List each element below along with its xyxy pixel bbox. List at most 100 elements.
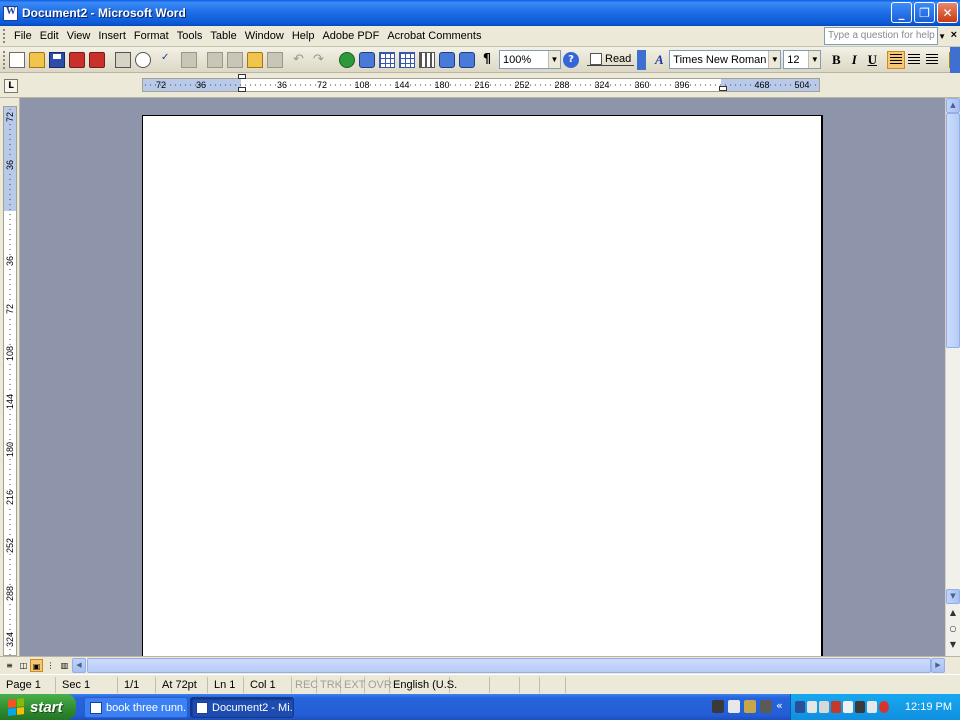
reading-layout-view-button[interactable]: ▥ xyxy=(58,659,71,672)
undo-icon[interactable]: ↶ xyxy=(293,52,309,68)
zoom-select[interactable]: 100% ▼ xyxy=(499,50,561,69)
taskbar-item-book[interactable]: book three runn... xyxy=(84,697,188,718)
drawing-icon[interactable] xyxy=(439,51,455,68)
tray-network-icon[interactable] xyxy=(807,701,817,713)
insert-excel-icon[interactable] xyxy=(399,51,415,68)
format-painter-icon[interactable] xyxy=(267,51,283,68)
cut-icon[interactable] xyxy=(207,51,223,68)
taskbar-item-document2[interactable]: Document2 - Mi... xyxy=(190,697,294,718)
vertical-scroll-thumb[interactable] xyxy=(946,113,960,348)
align-right-button[interactable] xyxy=(923,51,941,69)
horizontal-scrollbar[interactable]: ◀ ▶ xyxy=(72,658,945,673)
research-icon[interactable] xyxy=(181,51,197,68)
email-icon[interactable] xyxy=(89,51,105,68)
help-search-input[interactable]: Type a question for help xyxy=(824,27,938,45)
menu-insert[interactable]: Insert xyxy=(94,30,130,42)
scroll-down-button[interactable]: ▼ xyxy=(946,589,960,604)
print-layout-view-button[interactable]: ▣ xyxy=(30,659,43,672)
first-line-indent-marker[interactable] xyxy=(238,74,246,79)
menu-table[interactable]: Table xyxy=(206,30,240,42)
toolbar-overflow-icon[interactable] xyxy=(950,47,960,73)
bold-button[interactable]: B xyxy=(827,51,845,69)
italic-button[interactable]: I xyxy=(845,51,863,69)
spelling-check-icon[interactable]: ✓ xyxy=(161,52,177,68)
chevron-down-icon[interactable]: ▼ xyxy=(768,51,781,68)
normal-view-button[interactable]: ≡ xyxy=(3,659,16,672)
status-ovr[interactable]: OVR xyxy=(365,676,392,693)
vertical-scrollbar[interactable]: ▲ ▼ ▲ ○ ▼ xyxy=(945,98,960,656)
left-indent-marker[interactable] xyxy=(238,87,246,92)
status-ext[interactable]: EXT xyxy=(341,676,365,693)
scroll-up-button[interactable]: ▲ xyxy=(946,98,960,113)
new-document-icon[interactable] xyxy=(9,51,25,68)
tray-volume-icon[interactable] xyxy=(867,701,877,713)
menu-help[interactable]: Help xyxy=(288,30,319,42)
outline-view-button[interactable]: ⋮ xyxy=(44,659,57,672)
menu-window[interactable]: Window xyxy=(241,30,288,42)
font-name-select[interactable]: Times New Roman ▼ xyxy=(669,50,782,69)
align-left-button[interactable] xyxy=(887,50,906,69)
align-center-button[interactable] xyxy=(905,51,923,69)
horizontal-ruler[interactable]: 72 36 36 72 108 144 180 216 252 288 324 … xyxy=(142,74,820,92)
scroll-right-button[interactable]: ▶ xyxy=(931,658,945,673)
tab-selector-button[interactable]: L xyxy=(4,79,18,93)
styles-icon[interactable]: A xyxy=(651,52,667,68)
status-rec[interactable]: REC xyxy=(292,676,318,693)
quicklaunch-pen-icon[interactable] xyxy=(712,700,724,713)
next-page-icon[interactable]: ▼ xyxy=(946,640,960,649)
menu-format[interactable]: Format xyxy=(130,30,173,42)
read-button[interactable]: Read xyxy=(587,53,635,66)
print-preview-icon[interactable] xyxy=(135,51,151,68)
horizontal-scroll-thumb[interactable] xyxy=(87,658,931,673)
tray-wireless-icon[interactable] xyxy=(855,701,865,713)
menu-adobe-pdf[interactable]: Adobe PDF xyxy=(318,30,383,42)
tray-shield-icon[interactable] xyxy=(831,701,841,713)
help-icon[interactable]: ? xyxy=(563,51,579,68)
tray-battery-icon[interactable] xyxy=(795,701,805,713)
tables-borders-icon[interactable] xyxy=(359,51,375,68)
close-button[interactable]: ✕ xyxy=(937,2,958,23)
chevron-down-icon[interactable]: ▼ xyxy=(548,51,560,68)
quicklaunch-pencil-icon[interactable] xyxy=(744,700,756,713)
taskbar-clock[interactable]: 12:19 PM xyxy=(905,701,952,713)
vertical-ruler[interactable]: 72 36 36 72 108 144 180 216 252 288 324 xyxy=(3,106,17,656)
insert-hyperlink-icon[interactable] xyxy=(339,51,355,68)
toolbar-chevron-icon[interactable] xyxy=(637,49,647,70)
quicklaunch-monitor-icon[interactable] xyxy=(728,700,740,713)
minimize-button[interactable]: _ xyxy=(891,2,912,23)
right-indent-marker[interactable] xyxy=(719,86,727,91)
status-trk[interactable]: TRK xyxy=(317,676,342,693)
menu-acrobat-comments[interactable]: Acrobat Comments xyxy=(383,30,485,42)
menu-view[interactable]: View xyxy=(63,30,95,42)
menu-file[interactable]: File xyxy=(10,30,36,42)
document-close-icon[interactable]: × xyxy=(951,29,957,41)
select-browse-object-icon[interactable]: ○ xyxy=(946,624,960,633)
permission-icon[interactable] xyxy=(69,51,85,68)
redo-icon[interactable]: ↷ xyxy=(313,52,329,68)
previous-page-icon[interactable]: ▲ xyxy=(946,608,960,617)
status-spelling[interactable] xyxy=(450,676,490,693)
web-layout-view-button[interactable]: ◫ xyxy=(17,659,30,672)
document-map-icon[interactable] xyxy=(459,51,475,68)
print-icon[interactable] xyxy=(115,51,131,68)
document-page[interactable] xyxy=(142,115,823,656)
tray-app-icon[interactable] xyxy=(843,701,853,713)
insert-table-icon[interactable] xyxy=(379,51,395,68)
font-size-select[interactable]: 12 ▼ xyxy=(783,50,822,69)
menu-edit[interactable]: Edit xyxy=(36,30,63,42)
save-disk-icon[interactable] xyxy=(49,51,65,68)
copy-icon[interactable] xyxy=(227,51,243,68)
maximize-button[interactable]: ❐ xyxy=(914,2,935,23)
underline-button[interactable]: U xyxy=(863,51,881,69)
tray-security-icon[interactable] xyxy=(879,701,889,713)
scroll-left-button[interactable]: ◀ xyxy=(72,658,86,673)
chevron-down-icon[interactable]: ▼ xyxy=(808,51,821,68)
open-folder-icon[interactable] xyxy=(29,51,45,68)
help-dropdown-icon[interactable]: ▼ xyxy=(938,32,946,41)
tray-display-icon[interactable] xyxy=(819,701,829,713)
quicklaunch-tool-icon[interactable] xyxy=(760,700,772,713)
toolbar-grip[interactable] xyxy=(3,50,5,69)
show-hide-pilcrow-icon[interactable]: ¶ xyxy=(479,52,495,68)
start-button[interactable]: start xyxy=(0,694,76,720)
quicklaunch-expand-icon[interactable]: « xyxy=(776,699,783,712)
